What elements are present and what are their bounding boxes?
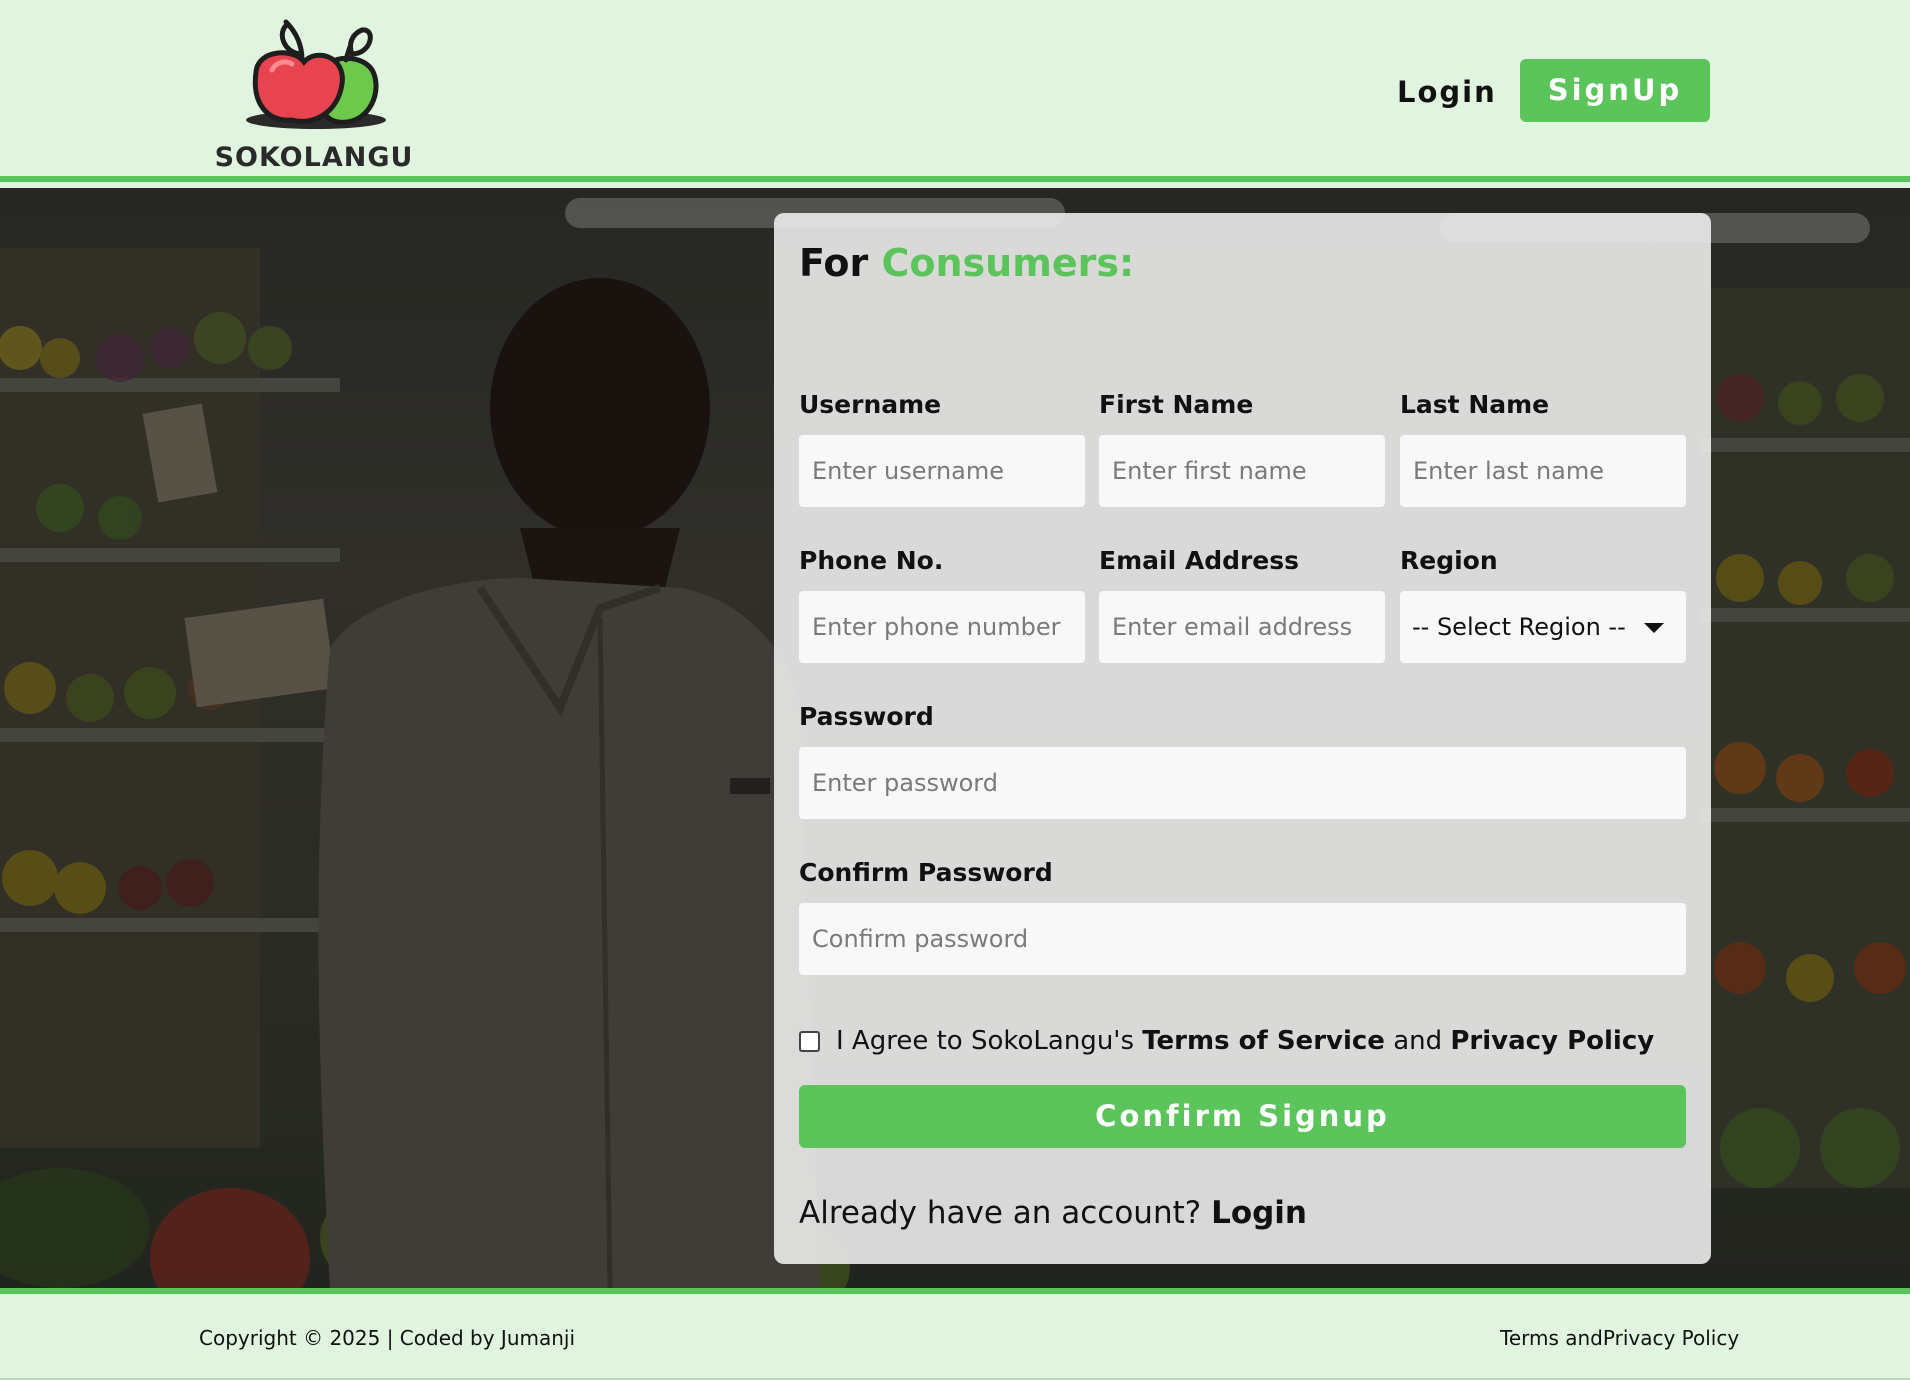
copyright-text: Copyright © 2025 | Coded by Jumanji [199,1326,576,1350]
region-select[interactable]: -- Select Region -- [1400,591,1686,663]
nav-signup-button[interactable]: SignUp [1520,59,1710,122]
form-title-accent: Consumers: [881,241,1135,285]
agree-text: I Agree to SokoLangu's [836,1026,1134,1056]
logo-text: SOKOLANGU [214,142,414,173]
form-title-prefix: For [799,241,869,285]
region-label: Region [1400,546,1498,575]
terms-checkbox[interactable] [799,1030,820,1052]
password-label: Password [799,702,934,731]
already-text: Already have an account? [799,1195,1202,1231]
apple-logo-icon [246,19,386,129]
nav-login-link[interactable]: Login [1385,64,1509,120]
privacy-policy-link[interactable]: Privacy Policy [1450,1026,1654,1056]
already-have-account: Already have an account? Login [799,1195,1307,1231]
logo[interactable]: SOKOLANGU [206,14,422,174]
terms-of-service-link[interactable]: Terms of Service [1142,1026,1385,1056]
site-header: SOKOLANGU Login SignUp [0,0,1910,182]
password-input[interactable] [799,747,1686,819]
dropdown-arrow-icon [1644,623,1664,633]
phone-input[interactable] [799,591,1085,663]
confirm-password-input[interactable] [799,903,1686,975]
region-selected-value: -- Select Region -- [1412,613,1626,641]
confirm-signup-button[interactable]: Confirm Signup [799,1085,1686,1148]
username-input[interactable] [799,435,1085,507]
already-login-link[interactable]: Login [1211,1195,1307,1231]
terms-agreement: I Agree to SokoLangu's Terms of Service … [799,1023,1654,1059]
form-title: For Consumers: [799,241,1134,285]
signup-form-card: For Consumers: Username First Name Last … [774,213,1711,1264]
email-label: Email Address [1099,546,1300,575]
first-name-input[interactable] [1099,435,1385,507]
email-input[interactable] [1099,591,1385,663]
footer-terms-link[interactable]: Terms andPrivacy Policy [1500,1326,1739,1350]
first-name-label: First Name [1099,390,1254,419]
confirm-password-label: Confirm Password [799,858,1053,887]
phone-label: Phone No. [799,546,944,575]
site-footer: Copyright © 2025 | Coded by Jumanji Term… [0,1294,1910,1380]
last-name-input[interactable] [1400,435,1686,507]
last-name-label: Last Name [1400,390,1550,419]
username-label: Username [799,390,942,419]
agree-and-text: and [1393,1026,1443,1056]
